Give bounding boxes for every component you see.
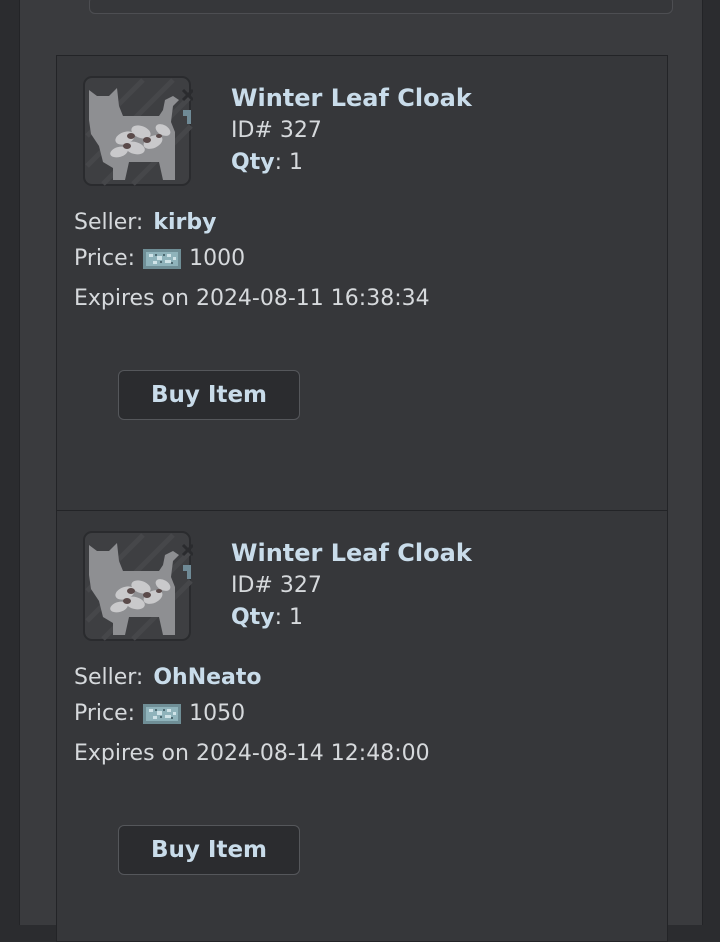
price-label: Price: (74, 701, 136, 726)
seller-row: Seller: OhNeato (74, 665, 262, 690)
seller-row: Seller: kirby (74, 210, 216, 235)
item-name[interactable]: Winter Leaf Cloak (231, 84, 472, 112)
price-value: 1050 (189, 701, 246, 726)
price-value: 1000 (189, 246, 246, 271)
previous-listing-card (89, 0, 673, 14)
expiration-text: Expires on 2024-08-11 16:38:34 (74, 286, 430, 311)
listing-card: Winter Leaf Cloak ID# 327 Qty: 1 Seller:… (56, 55, 668, 512)
currency-icon (143, 248, 182, 269)
seller-name[interactable]: kirby (153, 210, 216, 235)
qty-label: Qty (231, 150, 275, 175)
price-row: Price: 1050 (74, 701, 245, 726)
expiration-text: Expires on 2024-08-14 12:48:00 (74, 741, 430, 766)
qty-label: Qty (231, 605, 275, 630)
cat-cloak-item-icon (83, 76, 193, 186)
item-id: ID# 327 (231, 118, 322, 143)
price-label: Price: (74, 246, 136, 271)
buy-item-button[interactable]: Buy Item (118, 370, 300, 420)
currency-icon (143, 703, 182, 724)
qty-value: : 1 (274, 605, 303, 630)
cat-cloak-item-icon (83, 531, 193, 641)
seller-name[interactable]: OhNeato (153, 665, 261, 690)
buy-item-button[interactable]: Buy Item (118, 825, 300, 875)
item-name[interactable]: Winter Leaf Cloak (231, 539, 472, 567)
seller-label: Seller: (74, 665, 144, 690)
item-id: ID# 327 (231, 573, 322, 598)
item-quantity: Qty: 1 (231, 605, 303, 630)
price-row: Price: 1000 (74, 246, 245, 271)
qty-value: : 1 (274, 150, 303, 175)
item-quantity: Qty: 1 (231, 150, 303, 175)
seller-label: Seller: (74, 210, 144, 235)
listing-card: Winter Leaf Cloak ID# 327 Qty: 1 Seller:… (56, 510, 668, 942)
